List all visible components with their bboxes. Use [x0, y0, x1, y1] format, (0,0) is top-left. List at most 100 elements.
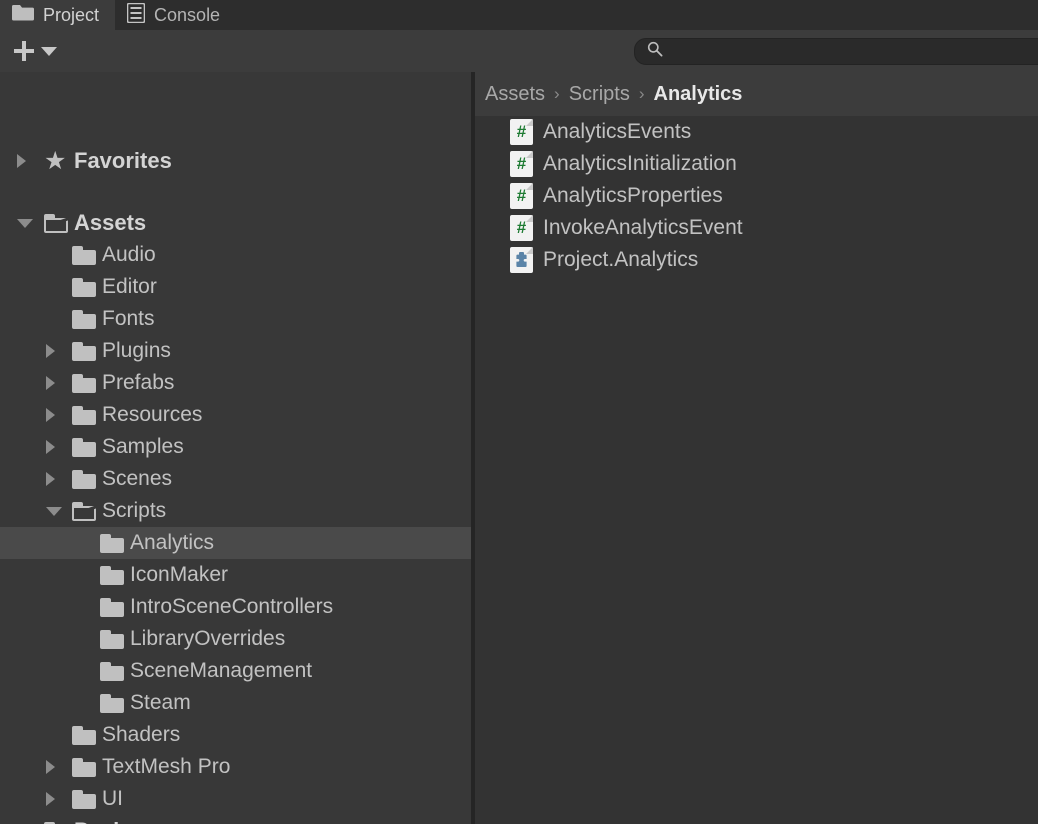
tree-item-ui[interactable]: UI [0, 783, 471, 815]
project-tree-panel[interactable]: ★FavoritesAssetsAudioEditorFontsPluginsP… [0, 72, 471, 824]
tree-item-samples[interactable]: Samples [0, 431, 471, 463]
tree-item-label: SceneManagement [130, 655, 312, 687]
search-input[interactable] [671, 43, 1038, 60]
tree-item-label: Favorites [74, 145, 172, 177]
chevron-right-icon[interactable] [46, 440, 55, 454]
folder-icon [12, 4, 34, 26]
tree-item-assets[interactable]: Assets [0, 207, 471, 239]
asset-content-panel[interactable]: #AnalyticsEvents#AnalyticsInitialization… [475, 72, 1038, 824]
tree-item-scenemanagement[interactable]: SceneManagement [0, 655, 471, 687]
chevron-down-icon[interactable] [46, 507, 62, 516]
tree-item-label: Samples [102, 431, 184, 463]
breadcrumb-item-assets[interactable]: Assets [485, 83, 545, 106]
asset-name-label: InvokeAnalyticsEvent [543, 212, 743, 244]
tree-item-label: Plugins [102, 335, 171, 367]
chevron-right-icon[interactable] [46, 472, 55, 486]
tree-item-label: Scenes [102, 463, 172, 495]
csharp-script-icon: # [510, 119, 533, 145]
folder-icon [100, 662, 124, 681]
breadcrumb-separator-icon: › [554, 84, 560, 104]
tree-item-label: Packages [74, 815, 176, 824]
tree-item-resources[interactable]: Resources [0, 399, 471, 431]
tree-item-label: Shaders [102, 719, 180, 751]
tree-item-scenes[interactable]: Scenes [0, 463, 471, 495]
tree-item-scripts[interactable]: Scripts [0, 495, 471, 527]
asset-list-item[interactable]: # AnalyticsProperties [475, 180, 1038, 212]
csharp-hash-glyph: # [510, 151, 533, 177]
csharp-hash-glyph: # [510, 119, 533, 145]
folder-open-icon [44, 214, 68, 233]
csharp-hash-glyph: # [510, 215, 533, 241]
csharp-script-icon: # [510, 183, 533, 209]
tree-item-shaders[interactable]: Shaders [0, 719, 471, 751]
folder-icon [72, 758, 96, 777]
tab-console-label: Console [154, 0, 220, 30]
csharp-script-icon: # [510, 215, 533, 241]
folder-icon [100, 630, 124, 649]
folder-icon [100, 566, 124, 585]
search-field[interactable] [634, 38, 1038, 65]
tree-item-label: Resources [102, 399, 202, 431]
tree-item-label: IntroSceneControllers [130, 591, 333, 623]
chevron-right-icon[interactable] [46, 344, 55, 358]
chevron-right-icon[interactable] [46, 760, 55, 774]
tree-item-favorites[interactable]: ★ Favorites [0, 145, 471, 177]
tree-item-label: Prefabs [102, 367, 174, 399]
folder-icon [72, 374, 96, 393]
breadcrumb: Assets › Scripts › Analytics [475, 72, 1038, 116]
tree-item-label: Fonts [102, 303, 155, 335]
tree-item-label: TextMesh Pro [102, 751, 230, 783]
tree-item-label: Scripts [102, 495, 166, 527]
asset-list-item[interactable]: # InvokeAnalyticsEvent [475, 212, 1038, 244]
breadcrumb-item-analytics[interactable]: Analytics [654, 83, 743, 106]
tree-item-label: UI [102, 783, 123, 815]
chevron-right-icon[interactable] [46, 376, 55, 390]
folder-icon [72, 726, 96, 745]
tree-item-plugins[interactable]: Plugins [0, 335, 471, 367]
tree-item-label: LibraryOverrides [130, 623, 285, 655]
plus-icon [14, 41, 34, 61]
tree-item-fonts[interactable]: Fonts [0, 303, 471, 335]
tab-console[interactable]: Console [115, 0, 236, 30]
folder-icon [72, 342, 96, 361]
breadcrumb-separator-icon: › [639, 84, 645, 104]
star-icon: ★ [44, 149, 66, 174]
asset-list-item[interactable]: Project.Analytics [475, 244, 1038, 276]
chevron-down-icon[interactable] [17, 219, 33, 228]
tree-item-label: IconMaker [130, 559, 228, 591]
tab-project-label: Project [43, 0, 99, 30]
tree-item-analytics[interactable]: Analytics [0, 527, 471, 559]
chevron-right-icon[interactable] [17, 154, 26, 168]
tree-item-prefabs[interactable]: Prefabs [0, 367, 471, 399]
folder-open-icon [72, 502, 96, 521]
asset-list-item[interactable]: #AnalyticsEvents [475, 116, 1038, 148]
chevron-down-icon[interactable] [41, 47, 57, 56]
folder-icon [72, 470, 96, 489]
asset-name-label: Project.Analytics [543, 244, 698, 276]
folder-icon [72, 246, 96, 265]
asset-name-label: AnalyticsProperties [543, 180, 723, 212]
tree-item-textmesh-pro[interactable]: TextMesh Pro [0, 751, 471, 783]
chevron-right-icon[interactable] [46, 408, 55, 422]
console-list-icon [127, 3, 145, 28]
tree-item-editor[interactable]: Editor [0, 271, 471, 303]
tree-item-label: Steam [130, 687, 191, 719]
folder-icon [100, 694, 124, 713]
tree-item-steam[interactable]: Steam [0, 687, 471, 719]
breadcrumb-item-scripts[interactable]: Scripts [569, 83, 630, 106]
chevron-right-icon[interactable] [46, 792, 55, 806]
folder-icon [100, 598, 124, 617]
tree-item-introscenecontrollers[interactable]: IntroSceneControllers [0, 591, 471, 623]
tree-item-libraryoverrides[interactable]: LibraryOverrides [0, 623, 471, 655]
tree-item-audio[interactable]: Audio [0, 239, 471, 271]
create-asset-button[interactable] [14, 41, 57, 61]
tree-item-packages[interactable]: Packages [0, 815, 471, 824]
folder-icon [72, 406, 96, 425]
tree-item-iconmaker[interactable]: IconMaker [0, 559, 471, 591]
assembly-definition-icon [510, 247, 533, 273]
tab-project[interactable]: Project [0, 0, 115, 30]
asset-list-item[interactable]: #AnalyticsInitialization [475, 148, 1038, 180]
folder-icon [72, 790, 96, 809]
folder-icon [72, 278, 96, 297]
folder-icon [72, 310, 96, 329]
